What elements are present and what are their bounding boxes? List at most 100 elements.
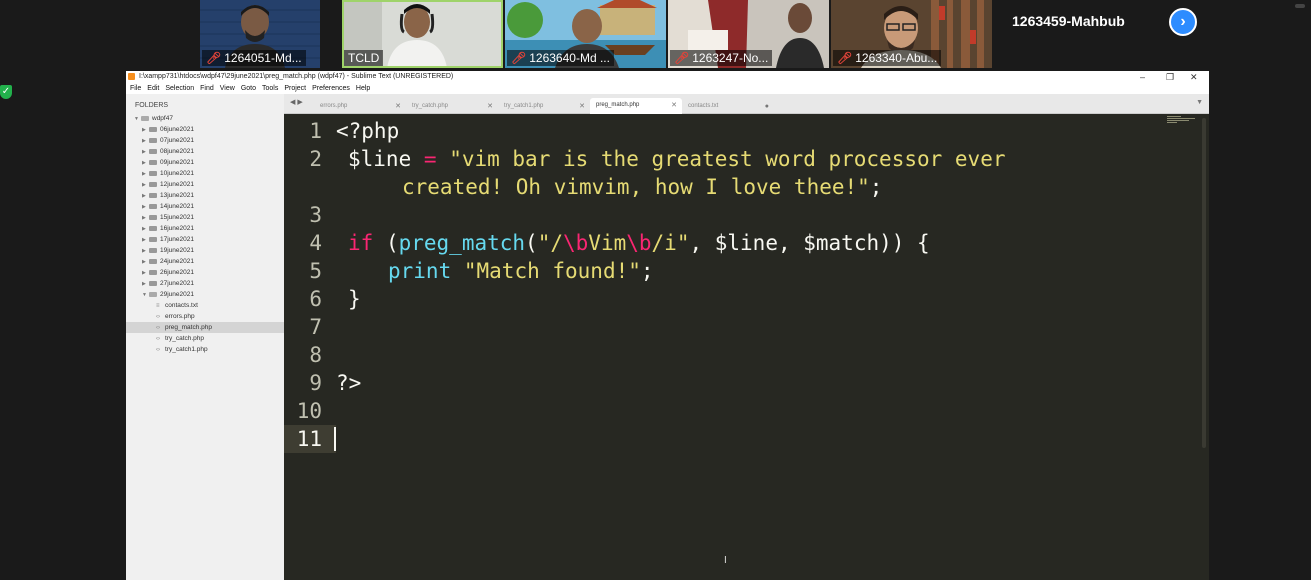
line-number: 5: [309, 259, 322, 283]
participant-name: 🎤︎ 1263640-Md ...: [507, 50, 614, 66]
participant-name: TCLD: [344, 50, 384, 66]
menu-project[interactable]: Project: [284, 85, 306, 92]
tab-list-dropdown-icon[interactable]: ▼: [1196, 99, 1203, 106]
participant-name: 🎤︎ 1264051-Md...: [202, 50, 306, 66]
tree-folder[interactable]: ▶ 19june2021: [142, 245, 194, 256]
tab-close-icon[interactable]: ✕: [579, 99, 585, 114]
tree-folder[interactable]: ▶ 26june2021: [142, 267, 194, 278]
folder-icon: [149, 247, 157, 253]
folder-open-icon: [141, 115, 149, 121]
menu-bar: File Edit Selection Find View Goto Tools Projec…: [126, 83, 1209, 94]
zoom-participant-strip: 🎤︎1264051-Md... TCLD 🎤︎1263640-Md ...: [0, 0, 1311, 70]
self-participant-name: 1263459-Mahbub: [1012, 13, 1125, 29]
next-page-button[interactable]: ›: [1169, 8, 1197, 36]
tree-folder[interactable]: ▶ 10june2021: [142, 168, 194, 179]
tree-folder[interactable]: ▶ 07june2021: [142, 135, 194, 146]
tree-folder[interactable]: ▶ 17june2021: [142, 234, 194, 245]
restore-button[interactable]: ❐: [1166, 71, 1174, 83]
tree-file[interactable]: ‹› try_catch.php: [156, 333, 204, 344]
menu-help[interactable]: Help: [356, 85, 370, 92]
folder-icon: [149, 170, 157, 176]
close-button[interactable]: ✕: [1190, 71, 1198, 83]
muted-mic-icon: 🎤︎: [674, 51, 690, 65]
expanded-arrow-icon: ▼: [134, 116, 139, 122]
tab-try-catch1[interactable]: try_catch1.php ✕: [498, 99, 590, 114]
tab-close-icon[interactable]: ✕: [671, 98, 677, 113]
folder-icon: [149, 137, 157, 143]
sublime-window: I:\xampp731\htdocs\wdpf47\29june2021\pre…: [126, 71, 1209, 580]
tab-bar: ◀ ▶ errors.php ✕ try_catch.php ✕ try_catch…: [284, 94, 1209, 114]
tab-modified-dot-icon[interactable]: ●: [765, 99, 769, 114]
participant-tile-active-speaker[interactable]: TCLD: [342, 0, 503, 68]
folder-icon: [149, 269, 157, 275]
participant-tile[interactable]: 🎤︎ 1264051-Md...: [200, 0, 320, 68]
code-editor[interactable]: 1 2 3 4 5 6 7 8 9 10 11 <?php $line = "v…: [284, 114, 1209, 580]
menu-view[interactable]: View: [220, 85, 235, 92]
window-titlebar[interactable]: I:\xampp731\htdocs\wdpf47\29june2021\pre…: [126, 71, 1209, 83]
folder-icon: [149, 181, 157, 187]
tab-close-icon[interactable]: ✕: [395, 99, 401, 114]
tree-folder[interactable]: ▶ 12june2021: [142, 179, 194, 190]
folder-icon: [149, 236, 157, 242]
folder-icon: [149, 258, 157, 264]
text-cursor: [334, 427, 336, 451]
sublime-app-icon: [128, 73, 135, 80]
menu-selection[interactable]: Selection: [165, 85, 194, 92]
folder-icon: [149, 214, 157, 220]
window-handle[interactable]: [1295, 4, 1305, 8]
expanded-arrow-icon: ▼: [142, 292, 147, 298]
menu-preferences[interactable]: Preferences: [312, 85, 350, 92]
code-line: if (preg_match("/\bVim\b/i", $line, $mat…: [348, 231, 930, 255]
tab-close-icon[interactable]: ✕: [487, 99, 493, 114]
minimap[interactable]: [1167, 116, 1197, 124]
tab-contacts[interactable]: contacts.txt ●: [682, 99, 774, 114]
line-number: 7: [309, 315, 322, 339]
tree-root-folder[interactable]: ▼ wdpf47: [134, 113, 173, 124]
participant-tile[interactable]: 🎤︎ 1263340-Abu...: [831, 0, 992, 68]
folder-open-icon: [149, 291, 157, 297]
tree-file[interactable]: ‹› try_catch1.php: [156, 344, 208, 355]
vertical-scrollbar[interactable]: [1202, 118, 1206, 448]
menu-file[interactable]: File: [130, 85, 141, 92]
muted-mic-icon: 🎤︎: [837, 51, 853, 65]
line-number: 1: [309, 119, 322, 143]
folder-icon: [149, 148, 157, 154]
tree-file[interactable]: ‹› errors.php: [156, 311, 195, 322]
tab-scroll-arrows-icon[interactable]: ◀ ▶: [290, 98, 303, 106]
folder-icon: [149, 203, 157, 209]
participant-tile[interactable]: 🎤︎ 1263247-No...: [668, 0, 829, 68]
tree-folder[interactable]: ▶ 09june2021: [142, 157, 194, 168]
participant-tile[interactable]: 🎤︎ 1263640-Md ...: [505, 0, 666, 68]
tree-folder[interactable]: ▶ 14june2021: [142, 201, 194, 212]
tree-folder[interactable]: ▶ 16june2021: [142, 223, 194, 234]
muted-mic-icon: 🎤︎: [511, 51, 527, 65]
line-number: 9: [309, 371, 322, 395]
tree-folder[interactable]: ▶ 08june2021: [142, 146, 194, 157]
participant-name: 🎤︎ 1263247-No...: [670, 50, 773, 66]
menu-find[interactable]: Find: [200, 85, 214, 92]
tree-folder[interactable]: ▶ 15june2021: [142, 212, 194, 223]
line-number-current: 11: [296, 427, 322, 451]
tree-folder[interactable]: ▶ 13june2021: [142, 190, 194, 201]
window-title: I:\xampp731\htdocs\wdpf47\29june2021\pre…: [139, 73, 454, 80]
security-shield-icon[interactable]: ✓: [0, 85, 12, 99]
folder-icon: [149, 159, 157, 165]
code-line: <?php: [336, 119, 400, 143]
tree-folder-open[interactable]: ▼ 29june2021: [142, 289, 194, 300]
tree-folder[interactable]: ▶ 24june2021: [142, 256, 194, 267]
tab-try-catch[interactable]: try_catch.php ✕: [406, 99, 498, 114]
menu-tools[interactable]: Tools: [262, 85, 278, 92]
muted-mic-icon: 🎤︎: [206, 51, 222, 65]
menu-edit[interactable]: Edit: [147, 85, 159, 92]
menu-goto[interactable]: Goto: [241, 85, 256, 92]
code-line: print "Match found!";: [388, 259, 654, 283]
tab-preg-match[interactable]: preg_match.php ✕: [590, 98, 682, 114]
tree-folder[interactable]: ▶ 27june2021: [142, 278, 194, 289]
tree-file-selected[interactable]: ‹› preg_match.php: [126, 322, 284, 333]
code-line: $line = "vim bar is the greatest word pr…: [348, 147, 1006, 171]
tree-file[interactable]: ≡ contacts.txt: [156, 300, 198, 311]
tree-folder[interactable]: ▶ 06june2021: [142, 124, 194, 135]
minimize-button[interactable]: –: [1140, 71, 1145, 83]
tab-errors[interactable]: errors.php ✕: [314, 99, 406, 114]
code-line: }: [348, 287, 361, 311]
